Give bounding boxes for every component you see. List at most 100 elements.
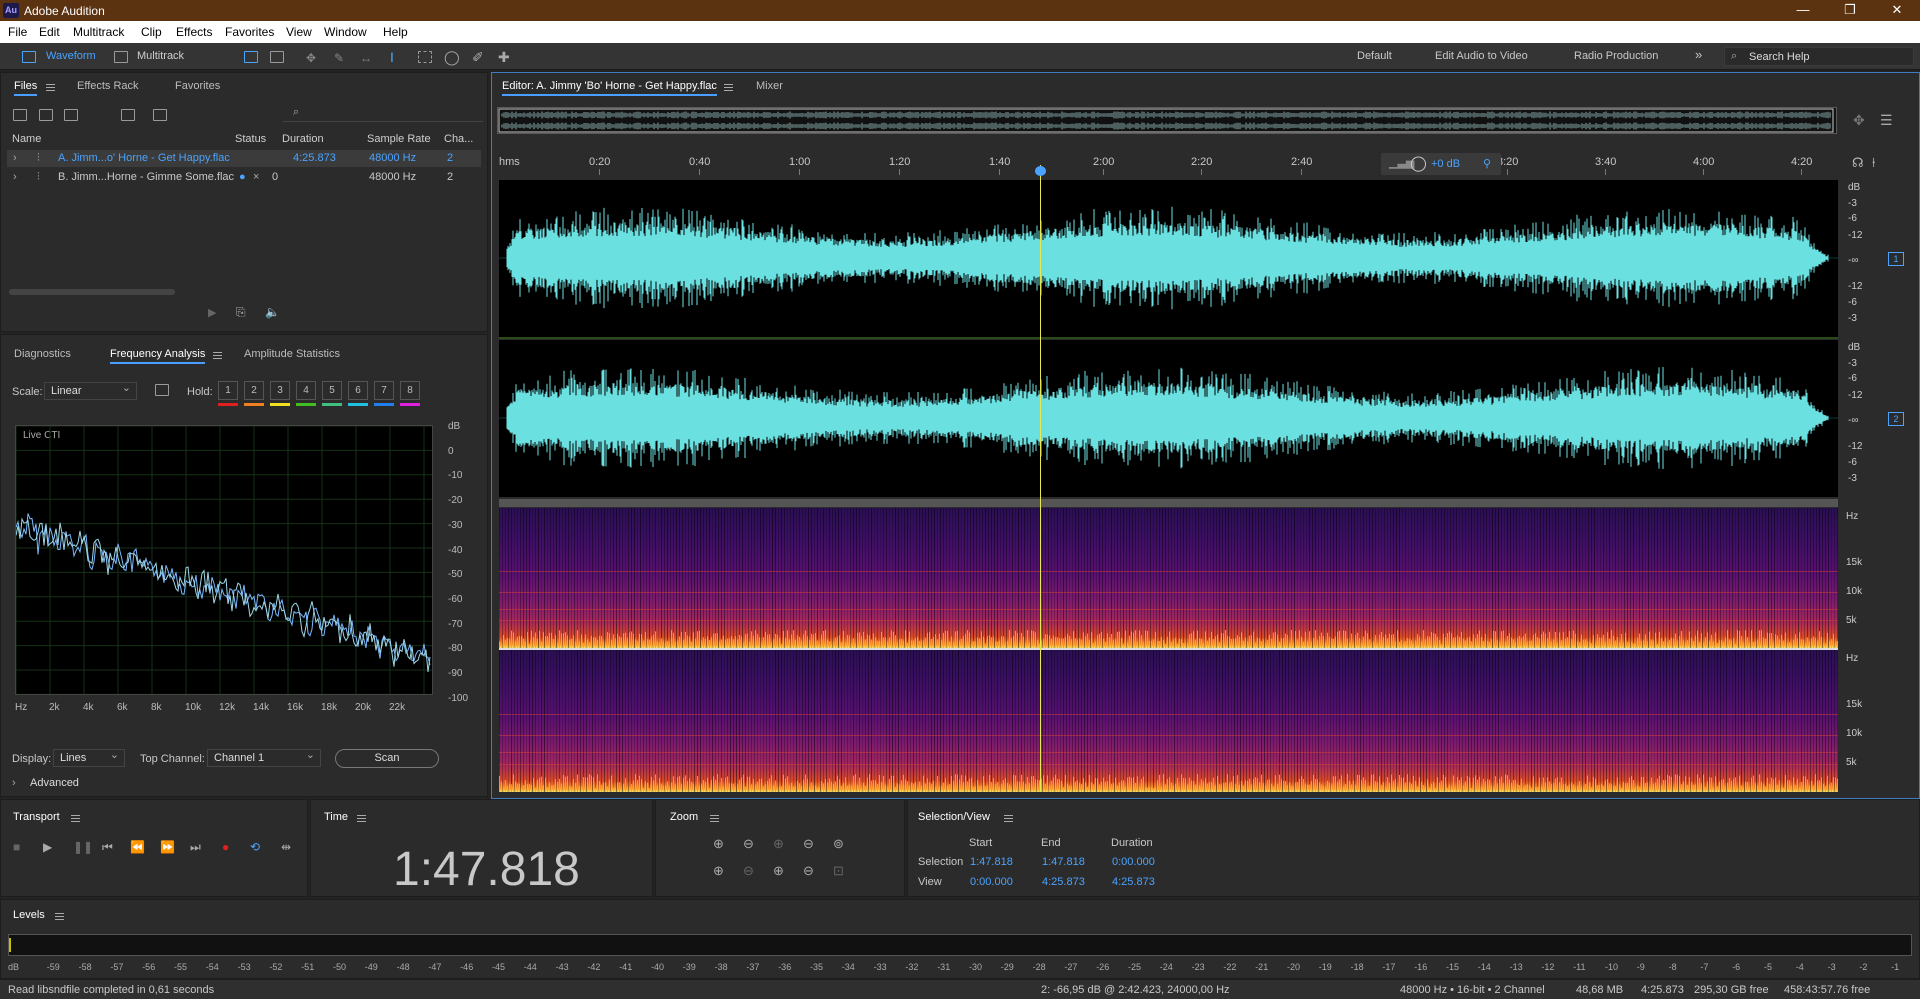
workspace-radio-production[interactable]: Radio Production <box>1574 50 1658 62</box>
zoom-in-point-icon[interactable]: ⊕ <box>773 863 784 879</box>
channel-2-badge[interactable]: 2 <box>1888 412 1904 426</box>
capture-icon[interactable] <box>155 384 169 396</box>
menu-help[interactable]: Help <box>383 25 408 39</box>
restore-icon[interactable]: ❐ <box>1835 2 1865 18</box>
hold-button-3[interactable]: 3 <box>270 381 290 400</box>
hud-gain[interactable]: +0 dB <box>1431 158 1460 170</box>
menu-multitrack[interactable]: Multitrack <box>73 25 124 39</box>
more-workspaces-icon[interactable]: » <box>1695 47 1702 62</box>
hold-button-2[interactable]: 2 <box>244 381 264 400</box>
razor-tool-icon[interactable]: ✎ <box>334 51 348 65</box>
menu-file[interactable]: File <box>8 25 27 39</box>
waveform-channel-1[interactable] <box>499 180 1838 337</box>
file-row[interactable]: › ⫶ A. Jimm...o' Horne - Get Happy.flac … <box>7 150 481 167</box>
slip-tool-icon[interactable]: ↔ <box>360 51 374 65</box>
rewind-icon[interactable]: ⏪ <box>130 840 145 854</box>
zoom-full-icon[interactable]: ⊚ <box>833 836 844 852</box>
autoplay-icon[interactable]: 🔈 <box>265 305 280 319</box>
selection-duration[interactable]: 0:00.000 <box>1112 856 1155 868</box>
tab-amplitude-statistics[interactable]: Amplitude Statistics <box>244 348 340 360</box>
transport-menu-icon[interactable] <box>71 815 80 822</box>
display-select[interactable]: Lines <box>53 747 125 767</box>
zoom-out-frequency-icon[interactable]: ⊖ <box>743 863 754 879</box>
hold-button-6[interactable]: 6 <box>348 381 368 400</box>
menu-effects[interactable]: Effects <box>176 25 212 39</box>
analysis-menu-icon[interactable] <box>213 352 222 359</box>
selection-start[interactable]: 1:47.818 <box>970 856 1013 868</box>
minimize-icon[interactable]: — <box>1788 2 1818 17</box>
timeline-ruler[interactable]: hms 0:20 0:40 1:00 1:20 1:40 2:00 2:20 2:40 3:20 3… <box>497 150 1837 175</box>
selection-end[interactable]: 1:47.818 <box>1042 856 1085 868</box>
waveform-channel-2[interactable] <box>499 340 1838 497</box>
playhead-handle[interactable] <box>1035 166 1046 176</box>
tab-frequency-analysis[interactable]: Frequency Analysis <box>110 348 206 364</box>
spot-healing-tool-icon[interactable]: ✚ <box>498 49 512 65</box>
scale-select[interactable]: Linear <box>44 380 137 400</box>
zoom-out-point-icon[interactable]: ⊖ <box>803 863 814 879</box>
open-file-icon[interactable] <box>13 109 27 121</box>
selection-menu-icon[interactable] <box>1004 815 1013 822</box>
skip-selection-icon[interactable]: ⇹ <box>281 840 291 854</box>
close-icon[interactable]: ✕ <box>1882 2 1912 18</box>
spectrogram-channel-1[interactable] <box>499 508 1838 648</box>
waveform-button[interactable]: Waveform <box>46 48 96 65</box>
pin-icon[interactable]: ⚲ <box>1483 157 1491 170</box>
loop-preview-icon[interactable]: ⎘ <box>236 305 246 320</box>
loop-icon[interactable]: ⟲ <box>250 840 260 854</box>
view-duration[interactable]: 4:25.873 <box>1112 876 1155 888</box>
scan-button[interactable]: Scan <box>335 749 439 768</box>
hold-button-5[interactable]: 5 <box>322 381 342 400</box>
tab-favorites[interactable]: Favorites <box>175 80 220 92</box>
previous-icon[interactable]: ⏮ <box>102 840 113 855</box>
close-file-icon[interactable] <box>153 109 167 121</box>
headphones-icon[interactable]: ☊ <box>1852 155 1864 171</box>
spectral-frequency-icon[interactable] <box>244 51 258 63</box>
levels-menu-icon[interactable] <box>55 913 64 920</box>
channel-1-badge[interactable]: 1 <box>1888 252 1904 266</box>
tab-effects-rack[interactable]: Effects Rack <box>77 80 139 92</box>
menu-favorites[interactable]: Favorites <box>225 25 274 39</box>
col-status[interactable]: Status <box>235 133 266 145</box>
tab-diagnostics[interactable]: Diagnostics <box>14 348 71 360</box>
spectral-pitch-icon[interactable] <box>270 51 284 63</box>
remove-icon[interactable]: × <box>253 169 259 186</box>
search-help-input[interactable]: ⌕ Search Help <box>1724 47 1914 66</box>
spectrogram-channel-2[interactable] <box>499 650 1838 792</box>
workspace-edit-audio-to-video[interactable]: Edit Audio to Video <box>1435 50 1528 62</box>
view-end[interactable]: 4:25.873 <box>1042 876 1085 888</box>
expand-advanced-icon[interactable]: › <box>12 777 16 789</box>
zoom-menu-icon[interactable] <box>710 815 719 822</box>
files-search-input[interactable]: ⌕ <box>283 104 483 122</box>
files-menu-icon[interactable] <box>46 84 55 91</box>
zoom-to-selection-icon[interactable]: ✥ <box>1853 112 1865 129</box>
top-channel-select[interactable]: Channel 1 <box>207 747 321 767</box>
col-duration[interactable]: Duration <box>282 133 324 145</box>
playhead[interactable] <box>1040 165 1041 792</box>
play-preview-icon[interactable]: ▶ <box>208 306 216 319</box>
workspace-default[interactable]: Default <box>1357 50 1392 62</box>
menu-edit[interactable]: Edit <box>39 25 60 39</box>
zoom-out-amplitude-icon[interactable]: ⊖ <box>743 836 754 852</box>
zoom-out-icon[interactable]: ⊖ <box>803 836 814 852</box>
time-selection-tool-icon[interactable]: I <box>390 49 404 65</box>
hold-button-7[interactable]: 7 <box>374 381 394 400</box>
menu-view[interactable]: View <box>286 25 312 39</box>
file-row[interactable]: › ⫶ B. Jimm...Horne - Gimme Some.flac ● … <box>7 169 481 186</box>
new-file-icon[interactable] <box>64 109 78 121</box>
brush-tool-icon[interactable]: ✐ <box>472 49 486 65</box>
volume-knob-icon[interactable]: ◯ <box>1410 154 1427 172</box>
view-start[interactable]: 0:00.000 <box>970 876 1013 888</box>
zoom-in-icon[interactable]: ⊕ <box>773 836 784 852</box>
multitrack-button[interactable]: Multitrack <box>137 48 184 65</box>
fast-forward-icon[interactable]: ⏩ <box>160 840 175 854</box>
tab-files[interactable]: Files <box>14 80 38 96</box>
stop-icon[interactable]: ■ <box>13 840 20 854</box>
menu-clip[interactable]: Clip <box>141 25 162 39</box>
overview-bar[interactable] <box>497 107 1837 134</box>
marker-icon[interactable]: ⍿ <box>1872 155 1875 171</box>
zoom-in-frequency-icon[interactable]: ⊕ <box>713 863 724 879</box>
col-sample-rate[interactable]: Sample Rate <box>367 133 431 145</box>
tab-mixer[interactable]: Mixer <box>756 80 783 92</box>
col-name[interactable]: Name <box>12 133 41 145</box>
lasso-tool-icon[interactable]: ◯ <box>444 49 460 65</box>
